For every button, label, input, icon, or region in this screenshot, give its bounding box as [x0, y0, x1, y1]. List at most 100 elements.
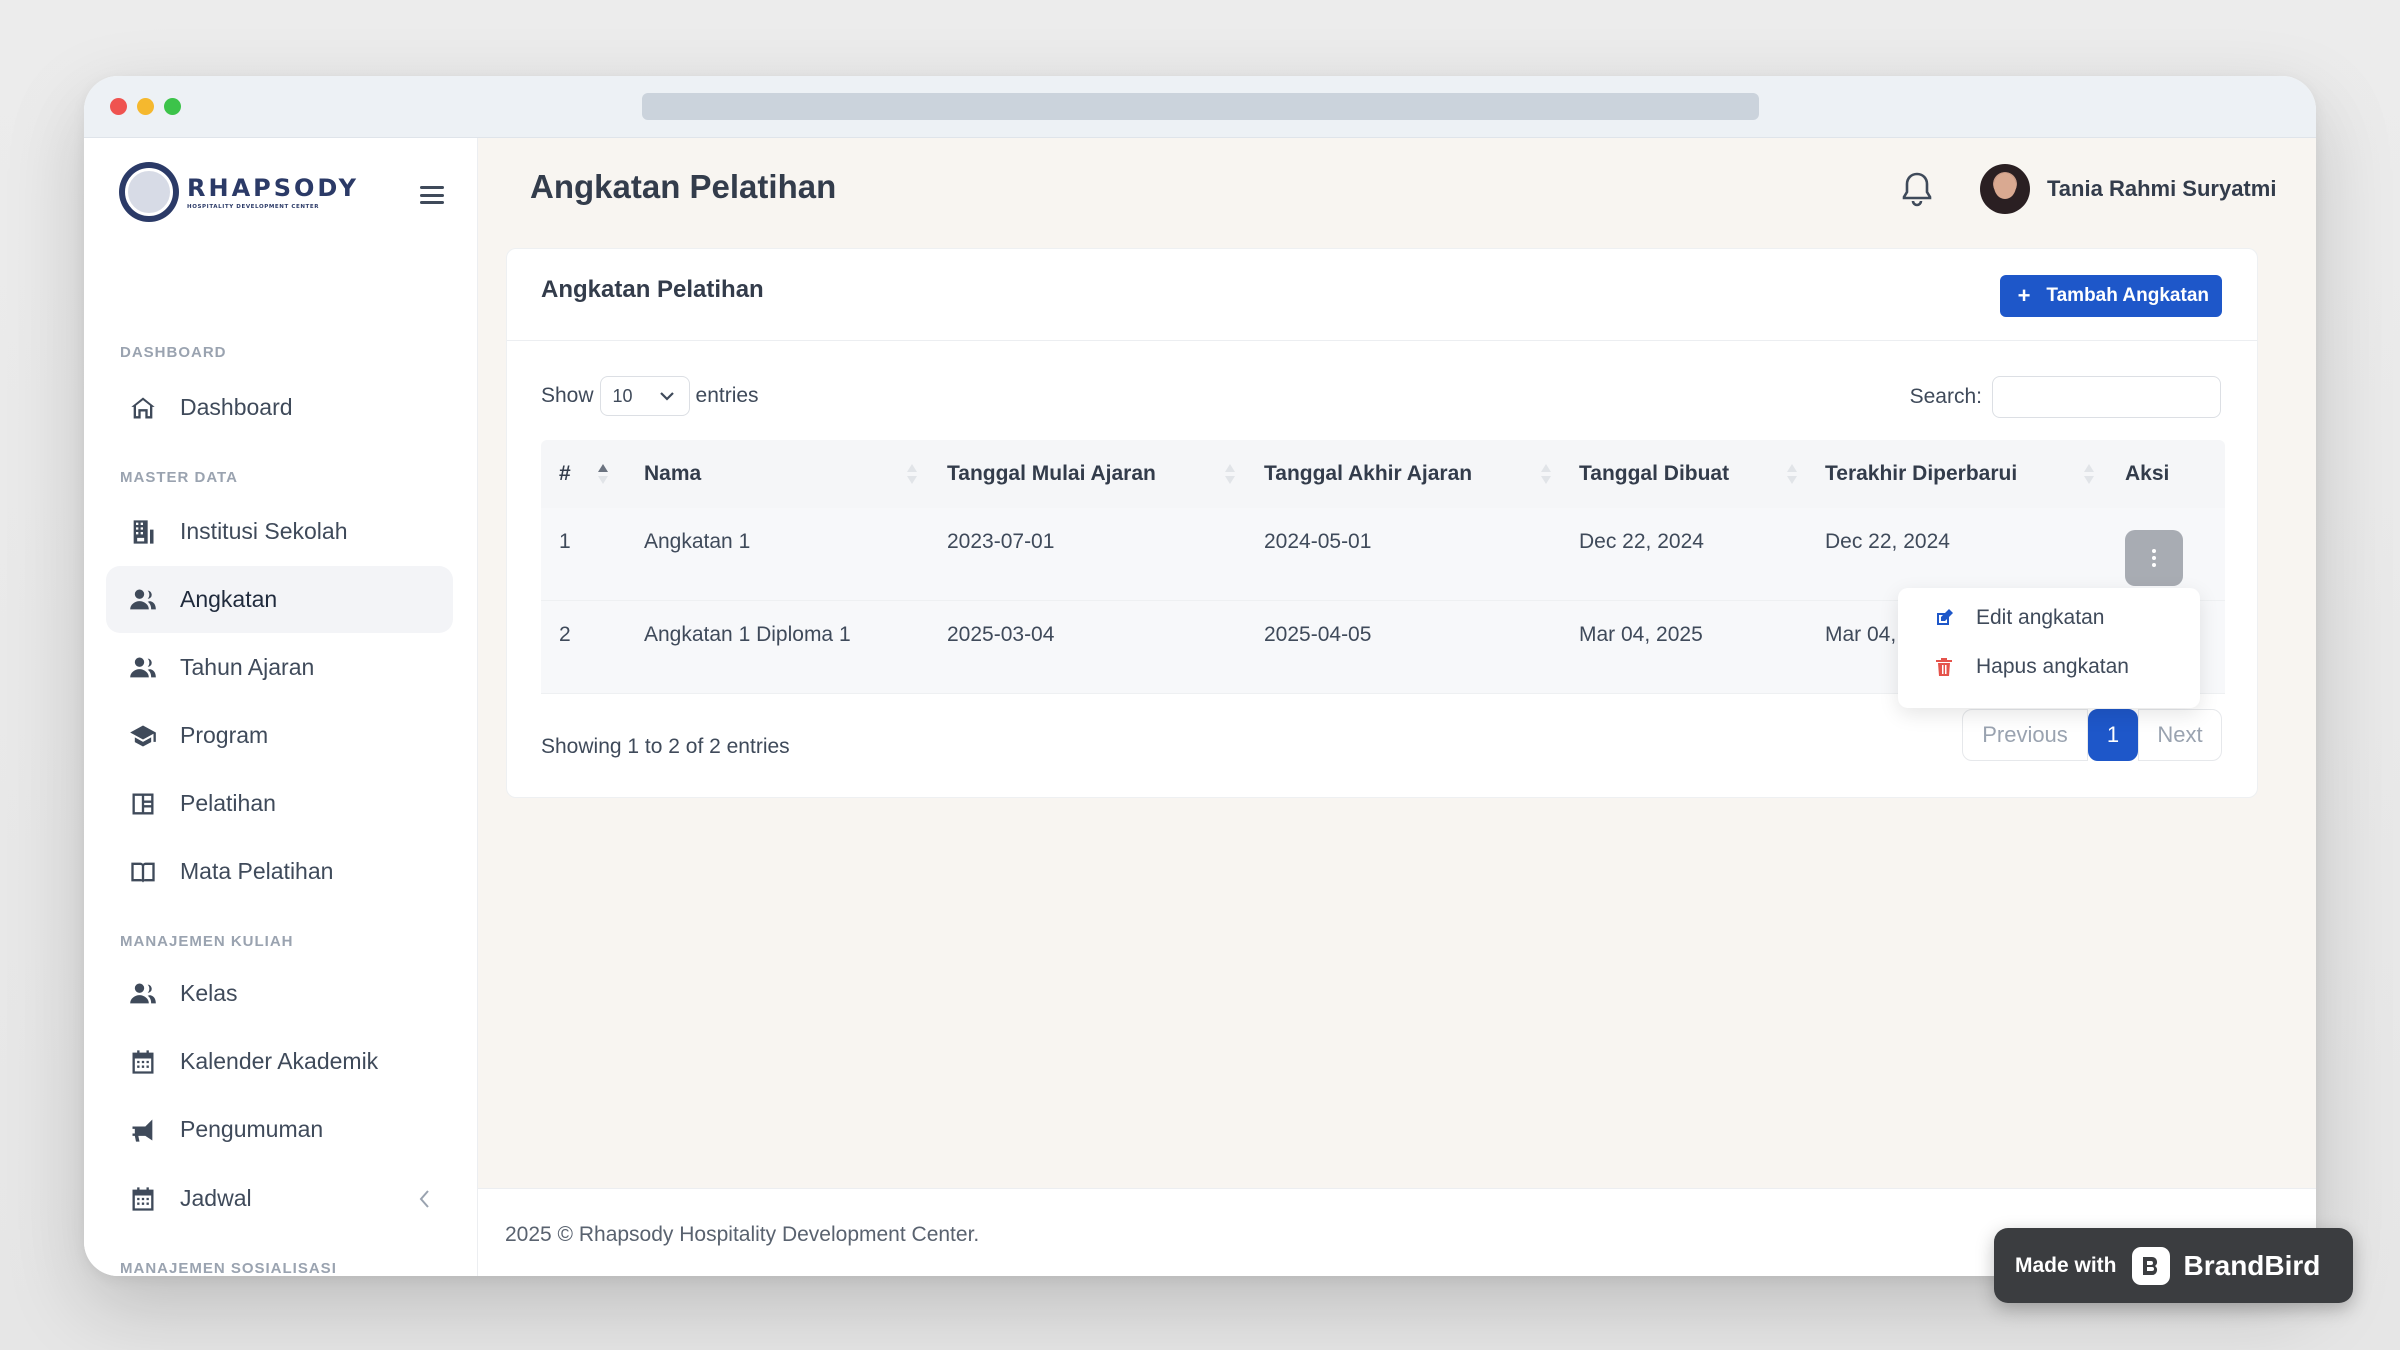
sidebar-item-institusi-sekolah[interactable]: Institusi Sekolah: [106, 498, 453, 565]
section-manajemen-kuliah: MANAJEMEN KULIAH: [120, 933, 294, 950]
sidebar-item-kalender-akademik[interactable]: Kalender Akademik: [106, 1028, 453, 1095]
card-title: Angkatan Pelatihan: [541, 276, 764, 303]
column-header-tanggal-dibuat[interactable]: Tanggal Dibuat: [1579, 440, 1729, 508]
previous-page-button[interactable]: Previous: [1962, 709, 2088, 761]
brandbird-badge[interactable]: Made with BrandBird: [1994, 1228, 2353, 1303]
cell-number: 1: [559, 530, 571, 553]
cell-nama: Angkatan 1: [644, 530, 751, 553]
calendar-icon: [128, 1047, 158, 1077]
sidebar-item-pelatihan[interactable]: Pelatihan: [106, 770, 453, 837]
title-bar: [84, 76, 2316, 138]
megaphone-icon: [128, 1115, 158, 1145]
close-window-dot[interactable]: [110, 98, 127, 115]
page-size-value: 10: [612, 385, 633, 406]
search-control: Search:: [1910, 376, 2221, 418]
sidebar-item-label: Pelatihan: [180, 790, 276, 816]
plus-icon: +: [2017, 283, 2031, 308]
section-master-data: MASTER DATA: [120, 469, 238, 486]
column-header-aksi: Aksi: [2125, 462, 2170, 485]
sidebar-item-jadwal[interactable]: Jadwal: [106, 1165, 453, 1232]
book-icon: [128, 857, 158, 887]
sidebar-item-label: Pengumuman: [180, 1116, 324, 1142]
avatar[interactable]: [1980, 164, 2030, 214]
menu-toggle-icon[interactable]: [420, 186, 444, 204]
sidebar-item-angkatan[interactable]: Angkatan: [106, 566, 453, 633]
sidebar-item-mata-pelatihan[interactable]: Mata Pelatihan: [106, 838, 453, 905]
column-header-terakhir-diperbarui[interactable]: Terakhir Diperbarui: [1825, 440, 2017, 508]
trash-icon: [1936, 658, 1952, 676]
sort-icon[interactable]: [1224, 462, 1236, 486]
logo-title: RHAPSODY: [187, 174, 359, 202]
cell-tanggal-akhir: 2025-04-05: [1264, 623, 1372, 646]
sort-icon[interactable]: [1786, 462, 1798, 486]
column-header-tanggal-mulai[interactable]: Tanggal Mulai Ajaran: [947, 440, 1156, 508]
search-input[interactable]: [1992, 376, 2221, 418]
sidebar-item-label: Kalender Akademik: [180, 1048, 379, 1074]
users-icon: [128, 585, 158, 615]
sidebar-item-dashboard[interactable]: Dashboard: [106, 374, 453, 441]
next-page-button[interactable]: Next: [2138, 709, 2222, 761]
section-manajemen-sosialisasi: MANAJEMEN SOSIALISASI: [120, 1260, 337, 1276]
page-title: Angkatan Pelatihan: [530, 168, 837, 205]
home-icon: [128, 393, 158, 423]
sidebar-item-label: Dashboard: [180, 394, 293, 420]
sidebar-item-kelas[interactable]: Kelas: [106, 960, 453, 1027]
users-icon: [128, 979, 158, 1009]
card-header: Angkatan Pelatihan + Tambah Angkatan: [507, 249, 2257, 341]
sidebar-item-label: Angkatan: [180, 586, 278, 612]
cell-number: 2: [559, 623, 571, 646]
page-size-control: Show 10 entries: [541, 376, 759, 416]
logo-subtitle: HOSPITALITY DEVELOPMENT CENTER: [187, 204, 320, 210]
cell-tanggal-dibuat: Dec 22, 2024: [1579, 530, 1704, 553]
chevron-left-icon[interactable]: [417, 1188, 431, 1210]
cell-tanggal-akhir: 2024-05-01: [1264, 530, 1372, 553]
users-icon: [128, 653, 158, 683]
sidebar: RHAPSODY HOSPITALITY DEVELOPMENT CENTER …: [84, 138, 478, 1276]
table-header: # Nama Tanggal Mulai Ajaran Tanggal Akhi…: [541, 440, 2225, 508]
sidebar-item-label: Kelas: [180, 980, 238, 1006]
edit-angkatan-menu-item[interactable]: Edit angkatan: [1934, 606, 2104, 630]
page-size-select[interactable]: 10: [599, 376, 690, 416]
layout-icon: [128, 789, 158, 819]
pagination: Previous 1 Next: [1962, 709, 2222, 761]
column-header-number[interactable]: #: [559, 440, 571, 508]
minimize-window-dot[interactable]: [137, 98, 154, 115]
row-actions-button[interactable]: [2125, 530, 2183, 586]
hapus-angkatan-menu-item[interactable]: Hapus angkatan: [1934, 655, 2129, 679]
chevron-down-icon: [659, 392, 674, 401]
page-1-button[interactable]: 1: [2088, 709, 2138, 761]
building-icon: [128, 517, 158, 547]
sidebar-item-program[interactable]: Program: [106, 702, 453, 769]
sidebar-item-label: Program: [180, 722, 269, 748]
footer-copyright: 2025 © Rhapsody Hospitality Development …: [505, 1223, 980, 1246]
sort-asc-icon[interactable]: [597, 462, 609, 486]
tambah-angkatan-button[interactable]: + Tambah Angkatan: [1999, 275, 2222, 317]
brandbird-logo-icon: [2131, 1246, 2170, 1285]
app-logo[interactable]: RHAPSODY HOSPITALITY DEVELOPMENT CENTER: [119, 162, 359, 222]
column-header-nama[interactable]: Nama: [644, 440, 701, 508]
sort-icon[interactable]: [1540, 462, 1552, 486]
logo-emblem-icon: [119, 162, 179, 222]
sidebar-item-pengumuman[interactable]: Pengumuman: [106, 1096, 453, 1163]
bell-icon[interactable]: [1900, 170, 1934, 208]
browser-window: RHAPSODY HOSPITALITY DEVELOPMENT CENTER …: [84, 76, 2316, 1276]
user-name[interactable]: Tania Rahmi Suryatmi: [2047, 176, 2276, 202]
made-with-label: Made with: [2015, 1253, 2117, 1277]
sidebar-item-tahun-ajaran[interactable]: Tahun Ajaran: [106, 634, 453, 701]
sort-icon[interactable]: [906, 462, 918, 486]
sidebar-item-label: Jadwal: [180, 1185, 252, 1211]
table-info: Showing 1 to 2 of 2 entries: [541, 735, 790, 758]
sidebar-item-label: Tahun Ajaran: [180, 654, 315, 680]
sort-icon[interactable]: [2083, 462, 2095, 486]
edit-icon: [1937, 609, 1953, 625]
tambah-angkatan-label: Tambah Angkatan: [2046, 285, 2209, 306]
cell-tanggal-mulai: 2023-07-01: [947, 530, 1055, 553]
address-bar[interactable]: [642, 93, 1759, 120]
cell-terakhir-diperbarui: Dec 22, 2024: [1825, 530, 1950, 553]
sidebar-item-label: Institusi Sekolah: [180, 518, 348, 544]
column-header-tanggal-akhir[interactable]: Tanggal Akhir Ajaran: [1264, 440, 1472, 508]
entries-label: entries: [695, 384, 759, 407]
more-vertical-icon: [2152, 548, 2156, 569]
sidebar-item-label: Mata Pelatihan: [180, 858, 334, 884]
maximize-window-dot[interactable]: [164, 98, 181, 115]
